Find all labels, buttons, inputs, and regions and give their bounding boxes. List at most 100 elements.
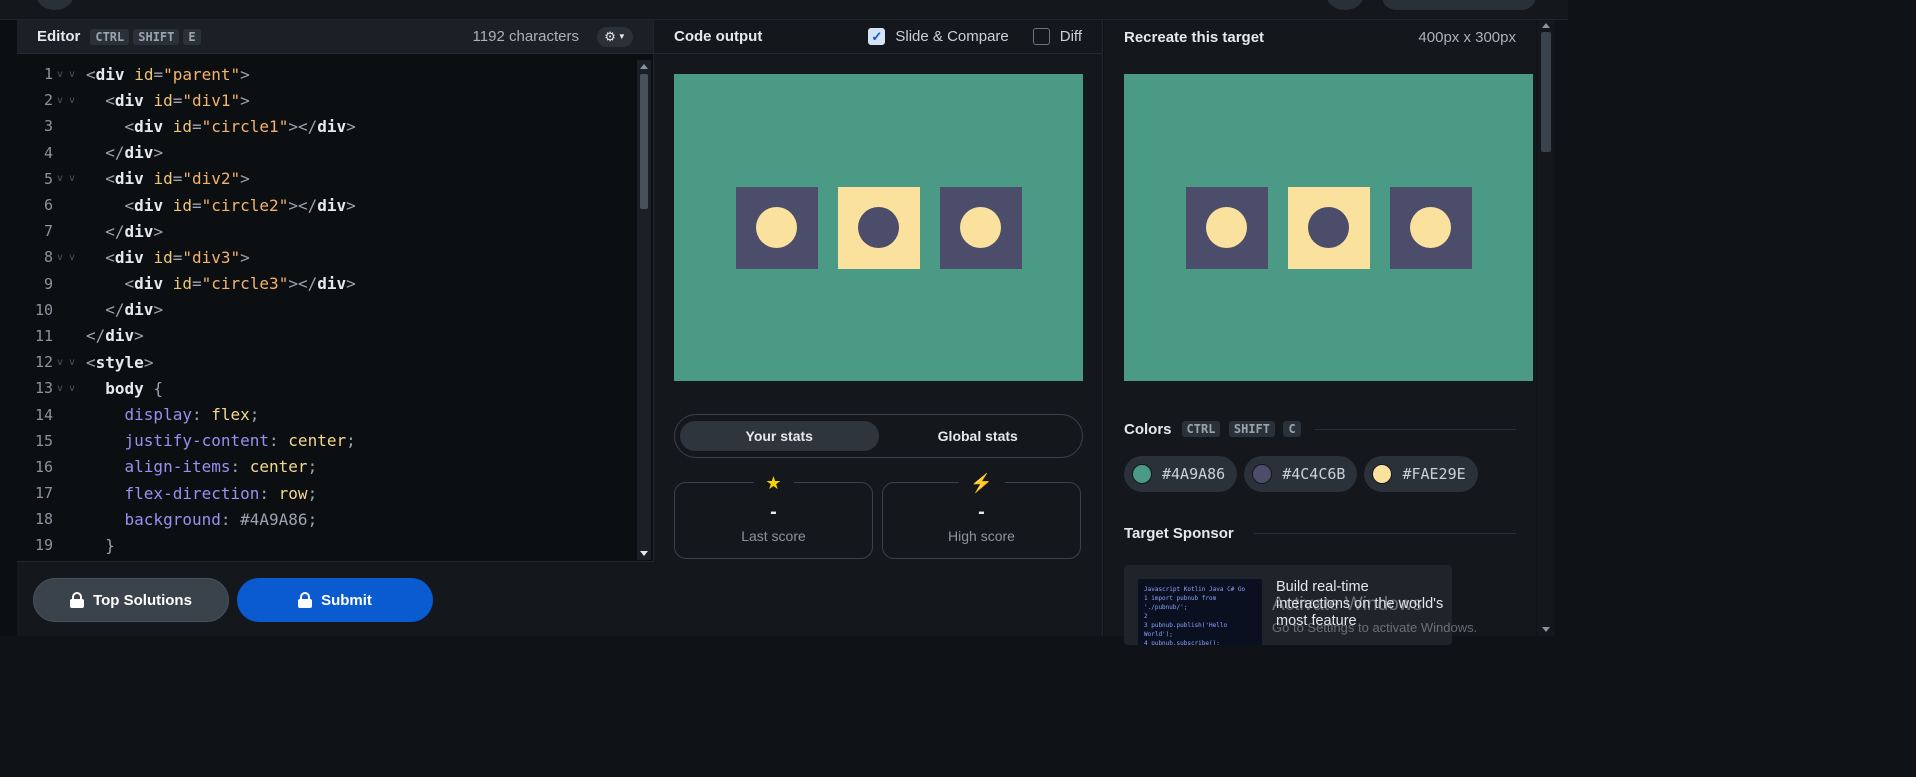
code-token: div: [114, 247, 144, 267]
code-line[interactable]: 17 flex-direction: row;: [17, 480, 636, 506]
code-token: "circle3": [201, 274, 289, 294]
account-button[interactable]: [1382, 0, 1536, 10]
fold-icon[interactable]: v v: [53, 69, 86, 80]
top-solutions-button[interactable]: Top Solutions: [33, 578, 229, 622]
code-token: >: [153, 300, 164, 320]
top-solutions-label: Top Solutions: [93, 591, 192, 609]
line-number: 14: [34, 405, 53, 424]
code-token: <: [86, 274, 135, 294]
colors-header: Colors CTRL SHIFT C: [1124, 420, 1516, 438]
code-token: body: [105, 378, 144, 398]
code-token: =: [191, 274, 202, 294]
color-swatches: #4A9A86 #4C4C6B #FAE29E: [1124, 456, 1478, 492]
line-number: 1: [43, 65, 53, 84]
code-token: >: [346, 195, 356, 215]
code-token: :: [259, 483, 279, 503]
code-line[interactable]: 2v v < div id = "div1" >: [17, 87, 636, 113]
slide-compare-toggle[interactable]: ✓ Slide & Compare: [868, 28, 1009, 45]
high-score-card: ⚡ - High score: [882, 473, 1081, 559]
submit-button[interactable]: Submit: [237, 578, 433, 622]
scroll-up-arrow[interactable]: [1542, 23, 1550, 28]
code-line[interactable]: 16 align-items: center;: [17, 454, 636, 480]
code-token: =: [191, 116, 202, 136]
code-line[interactable]: 8v v < div id = "div3" >: [17, 244, 636, 270]
shortcut-key: SHIFT: [133, 28, 180, 45]
fold-icon[interactable]: v v: [53, 95, 86, 106]
code-line[interactable]: 3 < div id = "circle1" ></div >: [17, 113, 636, 139]
code-line[interactable]: 18 background: #4A9A86;: [17, 506, 636, 532]
code-line[interactable]: 4 </div >: [17, 140, 636, 166]
menu-button[interactable]: [36, 0, 74, 10]
code-token: div: [317, 195, 347, 215]
code-token: >: [240, 169, 250, 189]
code-line[interactable]: 14 display: flex;: [17, 401, 636, 427]
line-number: 5: [43, 169, 53, 188]
code-line[interactable]: 9 < div id = "circle3" ></div >: [17, 271, 636, 297]
tab-your-stats[interactable]: Your stats: [680, 421, 879, 451]
square-box: [837, 186, 920, 269]
diff-toggle[interactable]: Diff: [1032, 28, 1082, 45]
code-token: </: [86, 221, 125, 241]
scroll-up-arrow[interactable]: [640, 64, 648, 69]
scrollbar-thumb[interactable]: [640, 74, 648, 209]
code-token: style: [95, 352, 144, 372]
fold-icon[interactable]: v v: [53, 357, 86, 368]
code-line[interactable]: 12 v v < style >: [17, 349, 636, 375]
code-output-canvas[interactable]: [674, 74, 1083, 381]
scroll-down-arrow[interactable]: [640, 551, 648, 556]
editor-settings-button[interactable]: ⚙ ▼: [597, 26, 633, 47]
tab-global-stats[interactable]: Global stats: [879, 421, 1078, 451]
code-line[interactable]: 19 }: [17, 532, 636, 558]
code-line[interactable]: 11 </div >: [17, 323, 636, 349]
code-token: div: [105, 326, 135, 346]
code-token: justify-content: [124, 431, 270, 451]
code-line[interactable]: 10 </div >: [17, 297, 636, 323]
code-token: >: [134, 326, 144, 346]
code-editor[interactable]: 1v v < div id = "parent" >2 v v < div id = "div1"…: [17, 56, 636, 560]
code-token: ;: [307, 509, 318, 529]
circle: [960, 207, 1001, 248]
line-number: 19: [34, 536, 53, 555]
diff-checkbox[interactable]: [1032, 28, 1050, 45]
code-token: <: [86, 116, 135, 136]
code-line[interactable]: 1v v < div id = "parent" >: [17, 61, 636, 87]
fold-icon[interactable]: v v: [53, 173, 86, 184]
code-line[interactable]: 15 justify-content: center;: [17, 428, 636, 454]
line-number: 3: [43, 117, 53, 136]
color-swatch[interactable]: #4C4C6B: [1244, 456, 1358, 492]
code-token: :: [191, 405, 212, 425]
editor-scrollbar[interactable]: [637, 60, 651, 560]
code-token: </: [86, 143, 125, 163]
code-token: ></: [288, 195, 318, 215]
line-number: 13: [34, 379, 53, 398]
code-token: div: [134, 195, 164, 215]
code-token: >: [346, 116, 356, 136]
code-token: "circle2": [201, 195, 289, 215]
stats-toggle: Your stats Global stats: [674, 414, 1083, 458]
code-token: ;: [249, 405, 260, 425]
code-line[interactable]: 7 </div >: [17, 218, 636, 244]
code-line[interactable]: 13 v v body {: [17, 375, 636, 401]
color-swatch[interactable]: #FAE29E: [1364, 456, 1478, 492]
profile-button[interactable]: [1326, 0, 1364, 10]
color-swatch[interactable]: #4A9A86: [1124, 456, 1238, 492]
code-token: </: [86, 326, 106, 346]
circle: [858, 207, 899, 248]
code-token: ></: [288, 274, 318, 294]
scroll-down-arrow[interactable]: [1542, 627, 1550, 632]
line-number: 18: [34, 510, 53, 529]
page-scrollbar[interactable]: [1537, 20, 1555, 636]
code-token: id: [172, 116, 192, 136]
stage: [1124, 74, 1533, 381]
code-line[interactable]: 5v v < div id = "div2" >: [17, 166, 636, 192]
code-token: align-items: [124, 457, 231, 477]
fold-icon[interactable]: v v: [53, 383, 86, 394]
scrollbar-thumb[interactable]: [1541, 32, 1551, 152]
slide-compare-checkbox[interactable]: ✓: [868, 28, 886, 45]
code-line[interactable]: 6 < div id = "circle2" ></div >: [17, 192, 636, 218]
code-token: <: [86, 195, 135, 215]
shortcut-key: SHIFT: [1228, 421, 1275, 437]
fold-icon[interactable]: v v: [53, 252, 86, 263]
